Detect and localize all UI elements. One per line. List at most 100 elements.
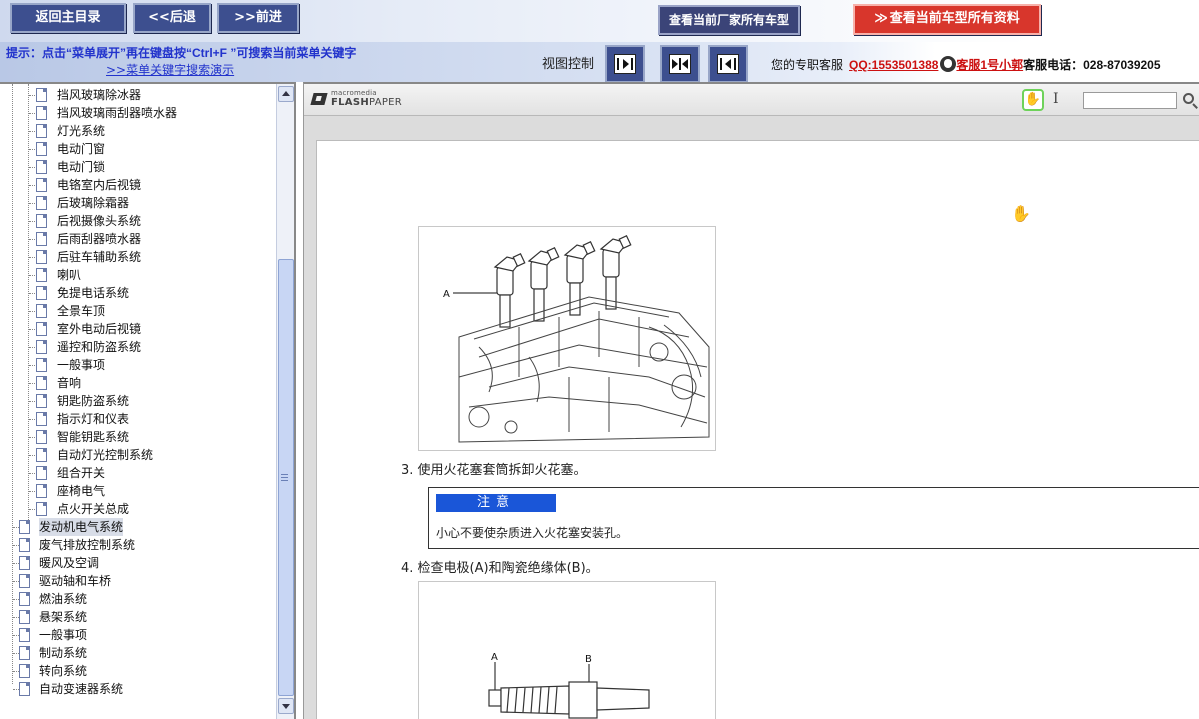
collapse-view-button[interactable] <box>708 45 748 83</box>
document-icon <box>36 448 47 462</box>
tree-item-label: 室外电动后视镜 <box>57 322 142 336</box>
document-icon <box>36 250 47 264</box>
figure2-label-b: B <box>585 654 592 665</box>
document-icon <box>36 268 47 282</box>
tree-category-label: 发动机电气系统 <box>39 518 124 536</box>
tree-item-label: 灯光系统 <box>57 124 106 138</box>
tree-item-label: 点火开关总成 <box>57 502 130 516</box>
tree-category-label: 燃油系统 <box>39 592 88 606</box>
customer-service-info: 您的专职客服 QQ:1553501388 客服1号小郭客服电话：028-870392… <box>771 56 1161 73</box>
double-arrow-icon: ≫ <box>874 11 888 26</box>
search-demo-link[interactable]: >>菜单关键字搜索演示 <box>106 61 234 78</box>
document-icon <box>36 376 47 390</box>
figure1-label-a: A <box>443 289 450 300</box>
caution-heading: 注意 <box>436 494 556 512</box>
tree-category-label: 制动系统 <box>39 646 88 660</box>
document-icon <box>36 394 47 408</box>
document-icon <box>36 286 47 300</box>
tree-item-label: 一般事项 <box>57 358 106 372</box>
app-window: 返回主目录 <<后退 >>前进 查看当前厂家所有车型 ≫ 查看当前车型所有资料 提… <box>0 0 1199 719</box>
tree-item-label: 电铬室内后视镜 <box>57 178 142 192</box>
service-prefix: 您的专职客服 <box>771 58 844 72</box>
brand-flash: FLASH <box>331 97 370 108</box>
view-model-all-docs-label: 查看当前车型所有资料 <box>889 11 1020 26</box>
tree-category-label: 一般事项 <box>39 628 88 642</box>
document-icon <box>36 160 47 174</box>
document-icon <box>36 214 47 228</box>
tree-category-label: 废气排放控制系统 <box>39 538 136 552</box>
document-icon <box>19 610 30 624</box>
split-view-button[interactable] <box>660 45 700 83</box>
tree-item-label: 后雨刮器喷水器 <box>57 232 142 246</box>
document-icon <box>36 358 47 372</box>
search-icon[interactable] <box>1183 93 1194 104</box>
tree-item-label: 挡风玻璃雨刮器喷水器 <box>57 106 178 120</box>
tree-item-label: 组合开关 <box>57 466 106 480</box>
step-3-text: 3. 使用火花塞套筒拆卸火花塞。 <box>401 463 587 478</box>
tree-item-label: 指示灯和仪表 <box>57 412 130 426</box>
document-icon <box>19 664 30 678</box>
tree-item-label: 喇叭 <box>57 268 82 282</box>
spark-plug-figure: A B <box>418 581 716 719</box>
document-icon <box>19 682 30 696</box>
tree-item-label: 后玻璃除霜器 <box>57 196 130 210</box>
brand-big: FLASHPAPER <box>331 97 402 108</box>
brand-paper: PAPER <box>369 97 403 108</box>
document-icon <box>19 556 30 570</box>
forward-button[interactable]: >>前进 <box>217 3 299 33</box>
document-icon <box>36 232 47 246</box>
hand-cursor-icon: ✋ <box>1011 204 1031 223</box>
figure2-label-a: A <box>491 652 498 663</box>
view-factory-models-button[interactable]: 查看当前厂家所有车型 <box>658 5 800 35</box>
expand-right-icon <box>614 54 636 74</box>
scroll-up-arrow-icon[interactable] <box>278 86 294 102</box>
document-icon <box>36 304 47 318</box>
document-icon <box>36 502 47 516</box>
tree-item-label: 自动灯光控制系统 <box>57 448 154 462</box>
document-icon <box>36 142 47 156</box>
flashpaper-toolbar: macromedia FLASHPAPER ✋ I <box>304 84 1199 116</box>
menu-tree-pane: 挡风玻璃除冰器 挡风玻璃雨刮器喷水器 灯光系统 电动门窗 电动门锁 电铬室内后视镜 后玻璃除… <box>0 82 296 719</box>
kefu-link[interactable]: 客服1号小郭 <box>956 58 1023 72</box>
tree-category-label: 悬架系统 <box>39 610 88 624</box>
back-button[interactable]: <<后退 <box>133 3 211 33</box>
qq-link[interactable]: QQ:1553501388 <box>849 58 938 72</box>
top-nav-bar: 返回主目录 <<后退 >>前进 查看当前厂家所有车型 ≫ 查看当前车型所有资料 <box>0 0 1199 42</box>
tree-category-label: 暖风及空调 <box>39 556 100 570</box>
document-icon <box>19 574 30 588</box>
document-icon <box>19 646 30 660</box>
scroll-thumb[interactable] <box>278 259 294 696</box>
tree-item-label: 后驻车辅助系统 <box>57 250 142 264</box>
scroll-down-arrow-icon[interactable] <box>278 698 294 714</box>
caution-text: 小心不要使杂质进入火花塞安装孔。 <box>436 526 629 540</box>
tree-item-label: 座椅电气 <box>57 484 106 498</box>
text-select-tool-icon[interactable]: I <box>1053 91 1059 107</box>
main-menu-button[interactable]: 返回主目录 <box>10 3 126 33</box>
tree-category-label: 驱动轴和车桥 <box>39 574 112 588</box>
spark-plug-drawing: A B <box>488 652 650 719</box>
search-input[interactable] <box>1083 92 1177 109</box>
tree-item-label: 音响 <box>57 376 82 390</box>
expand-view-button[interactable] <box>605 45 645 83</box>
tree-scrollbar[interactable] <box>276 84 294 719</box>
split-view-icon <box>669 54 691 74</box>
tree-item-label: 全景车顶 <box>57 304 106 318</box>
caution-box: 注意 小心不要使杂质进入火花塞安装孔。 <box>428 487 1199 549</box>
document-icon <box>36 88 47 102</box>
hand-tool-icon[interactable]: ✋ <box>1022 89 1044 111</box>
view-control-label: 视图控制 <box>542 57 595 72</box>
tree-item-label: 遥控和防盗系统 <box>57 340 142 354</box>
document-icon <box>36 124 47 138</box>
document-icon <box>36 484 47 498</box>
document-icon <box>36 196 47 210</box>
search-hint-text: 提示：点击“菜单展开”再在键盘按“Ctrl+F ”可搜索当前菜单关键字 <box>6 46 357 60</box>
document-page: ✋ A 3. 使用火花塞套筒拆卸火花塞。 注意 小心不要使杂质进入火花塞安装孔。… <box>316 140 1199 719</box>
document-icon <box>36 340 47 354</box>
document-icon <box>36 106 47 120</box>
step-4-text: 4. 检查电极(A)和陶瓷绝缘体(B)。 <box>401 561 599 576</box>
document-icon <box>19 538 30 552</box>
service-phone: 客服电话：028-87039205 <box>1023 58 1161 72</box>
view-model-all-docs-button[interactable]: ≫ 查看当前车型所有资料 <box>853 4 1041 35</box>
tree-item-label: 电动门锁 <box>57 160 106 174</box>
tree-category-label: 自动变速器系统 <box>39 682 124 696</box>
